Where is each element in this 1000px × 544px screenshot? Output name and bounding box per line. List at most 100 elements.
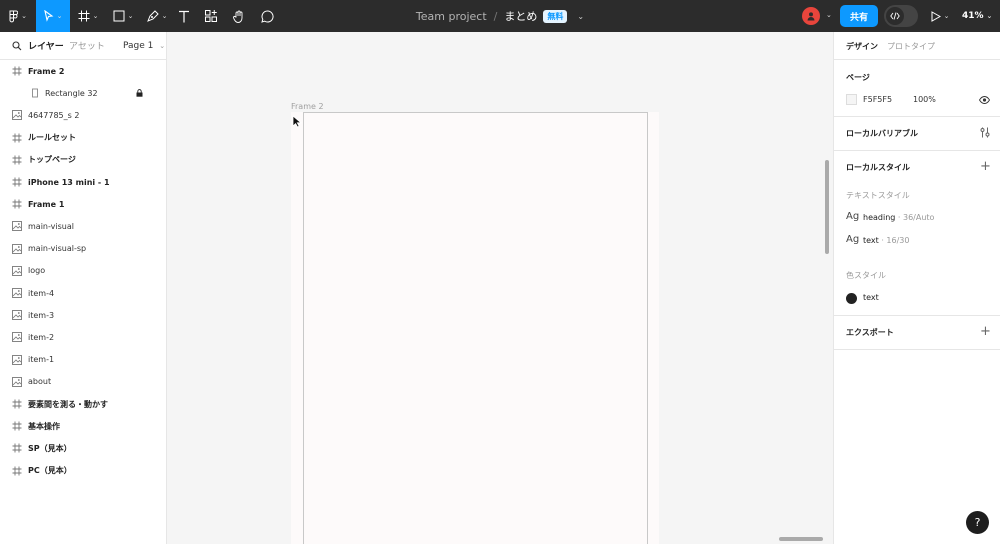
cursor-icon [43,10,53,22]
comment-tool-button[interactable] [256,0,278,32]
dev-mode-toggle[interactable] [884,5,918,27]
help-button[interactable]: ? [966,511,989,534]
image-icon [12,221,22,232]
layer-row[interactable]: item-2 [0,326,166,348]
layer-label: item-3 [28,310,55,320]
image-icon [12,310,22,321]
figma-logo-icon [9,10,19,22]
layer-row[interactable]: 要素間を測る・動かす [0,393,166,415]
layer-label: ルールセット [28,133,76,143]
text-styles-title: テキストスタイル [846,191,910,200]
color-styles-title: 色スタイル [846,271,886,280]
frame-label[interactable]: Frame 2 [291,102,324,111]
layer-label: トップページ [28,155,76,165]
layer-row[interactable]: item-1 [0,349,166,371]
layer-label: Frame 1 [28,199,65,209]
layer-row[interactable]: logo [0,260,166,282]
color-style-text[interactable]: text [863,293,879,302]
divider [834,315,1000,316]
lock-icon[interactable] [136,89,143,100]
eye-icon[interactable] [979,96,990,104]
present-button[interactable]: ⌄ [928,0,952,32]
export-title[interactable]: エクスポート [846,327,894,338]
rectangle-icon [30,88,40,98]
frame-icon [12,199,22,209]
image-icon [12,265,22,276]
layer-row[interactable]: SP（見本） [0,437,166,459]
text-style-heading[interactable]: heading · 36/Auto [863,213,934,222]
layer-row[interactable]: Rectangle 32 [0,82,166,104]
canvas[interactable]: Frame 2 [167,32,833,544]
layer-row[interactable]: 基本操作 [0,415,166,437]
file-name[interactable]: まとめ [504,8,537,24]
text-style-text[interactable]: text · 16/30 [863,236,909,245]
rectangle-32[interactable] [303,112,648,544]
zoom-menu[interactable]: 41% ⌄ [962,0,992,32]
layer-label: main-visual-sp [28,244,87,254]
text-tool-button[interactable] [174,0,194,32]
components-icon [205,10,217,22]
vertical-scrollbar[interactable] [825,160,829,254]
variables-adjust-icon[interactable] [980,127,990,138]
chevron-down-icon[interactable]: ⌄ [577,12,584,21]
layers-panel-tabs: レイヤー アセット Page 1 ⌄ [0,32,166,60]
hand-icon [233,10,243,23]
layer-row[interactable]: about [0,371,166,393]
layer-row[interactable]: トップページ [0,149,166,171]
mouse-cursor-icon [292,115,302,128]
properties-panel-tabs: デザイン プロトタイプ [834,32,1000,60]
layer-row[interactable]: item-3 [0,304,166,326]
dev-mode-knob [886,7,904,25]
comment-icon [260,9,274,23]
frame-2[interactable] [291,112,659,544]
layer-label: 基本操作 [28,421,60,431]
layer-row[interactable]: iPhone 13 mini - 1 [0,171,166,193]
layer-row[interactable]: Frame 1 [0,193,166,215]
search-icon[interactable] [12,41,22,51]
page-selector[interactable]: Page 1 ⌄ [123,41,165,51]
layer-row[interactable]: main-visual-sp [0,238,166,260]
tab-assets[interactable]: アセット [69,39,105,52]
main-menu-button[interactable]: ⌄ [0,0,36,32]
frame-icon [12,155,22,165]
layer-row[interactable]: Frame 2 [0,60,166,82]
add-style-icon[interactable]: + [980,160,991,173]
image-icon [12,376,22,387]
layer-label: item-4 [28,288,55,298]
page-color-hex[interactable]: F5F5F5 [863,95,892,104]
add-export-icon[interactable]: + [980,325,991,338]
move-tool-button[interactable]: ⌄ [36,0,70,32]
layer-label: Rectangle 32 [45,88,98,98]
tab-design[interactable]: デザイン [846,41,878,52]
frame-icon [12,466,22,476]
pen-tool-button[interactable]: ⌄ [140,0,174,32]
color-style-swatch [846,293,857,304]
frame-tool-button[interactable]: ⌄ [72,0,104,32]
tab-prototype[interactable]: プロトタイプ [887,41,935,52]
resources-button[interactable] [200,0,222,32]
chevron-down-icon[interactable]: ⌄ [826,11,832,19]
layer-row[interactable]: 4647785_s 2 [0,104,166,126]
avatar[interactable] [802,7,820,25]
layer-row[interactable]: item-4 [0,282,166,304]
local-variables-title[interactable]: ローカルバリアブル [846,128,918,139]
horizontal-scrollbar[interactable] [779,537,823,541]
code-icon [890,12,900,20]
tab-layers[interactable]: レイヤー [28,39,64,52]
share-button[interactable]: 共有 [840,5,878,27]
frame-icon [12,66,22,76]
layer-row[interactable]: ルールセット [0,127,166,149]
layer-row[interactable]: PC（見本） [0,460,166,482]
layer-label: item-2 [28,332,55,342]
image-icon [12,332,22,343]
frame-icon [12,421,22,431]
project-name[interactable]: Team project [416,10,487,23]
layer-row[interactable]: main-visual [0,215,166,237]
shape-tool-button[interactable]: ⌄ [106,0,140,32]
chevron-down-icon: ⌄ [161,12,168,20]
hand-tool-button[interactable] [228,0,250,32]
page-color-swatch[interactable] [846,94,857,105]
zoom-level: 41% [962,11,984,21]
page-opacity[interactable]: 100% [913,95,936,104]
layer-label: item-1 [28,355,55,365]
